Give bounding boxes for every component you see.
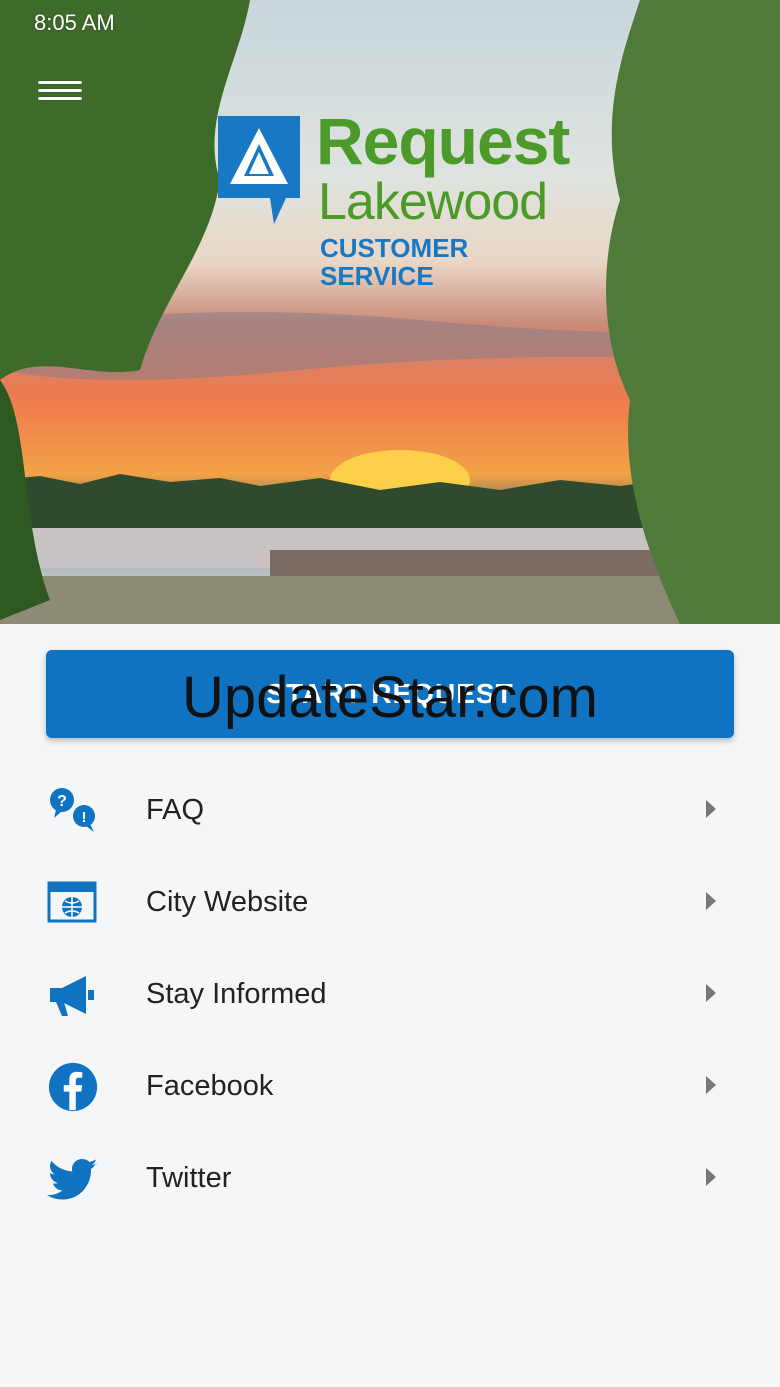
hamburger-menu-icon[interactable] — [38, 76, 82, 110]
chevron-right-icon — [706, 800, 716, 818]
chevron-right-icon — [706, 984, 716, 1002]
hero-image: 8:05 AM Request Lakewood CUSTOMER SERVIC… — [0, 0, 780, 624]
chevron-right-icon — [706, 1168, 716, 1186]
logo-word-lakewood: Lakewood — [318, 173, 548, 231]
menu-list: ? ! FAQ City Website Stay Informed Faceb — [0, 764, 780, 1224]
menu-item-label: Twitter — [146, 1162, 232, 1194]
sunset-lake-scene — [0, 0, 780, 624]
globe-icon — [47, 881, 97, 923]
logo-word-customer-service: CUSTOMER SERVICE — [320, 233, 469, 291]
menu-item-stay-informed[interactable]: Stay Informed — [0, 948, 780, 1040]
menu-item-twitter[interactable]: Twitter — [0, 1132, 780, 1224]
twitter-icon — [47, 1159, 98, 1200]
request-lakewood-logo: Request Lakewood CUSTOMER SERVICE — [214, 108, 574, 290]
logo-word-request: Request — [316, 104, 570, 178]
start-request-button[interactable]: START REQUEST — [46, 650, 734, 738]
start-request-label: START REQUEST — [266, 678, 514, 709]
chevron-right-icon — [706, 892, 716, 910]
menu-item-facebook[interactable]: Facebook — [0, 1040, 780, 1132]
menu-item-label: Facebook — [146, 1070, 274, 1102]
menu-item-label: FAQ — [146, 794, 205, 826]
logo-mark-icon — [218, 116, 300, 224]
chevron-right-icon — [706, 1076, 716, 1094]
svg-text:?: ? — [57, 793, 67, 810]
menu-item-label: Stay Informed — [146, 978, 327, 1010]
menu-item-label: City Website — [146, 886, 309, 918]
megaphone-icon — [50, 976, 94, 1016]
faq-icon: ? ! — [50, 788, 95, 832]
facebook-icon — [48, 1062, 98, 1112]
menu-item-city-website[interactable]: City Website — [0, 856, 780, 948]
status-time: 8:05 AM — [34, 10, 115, 35]
menu-item-faq[interactable]: ? ! FAQ — [0, 764, 780, 856]
svg-text:!: ! — [82, 809, 87, 826]
